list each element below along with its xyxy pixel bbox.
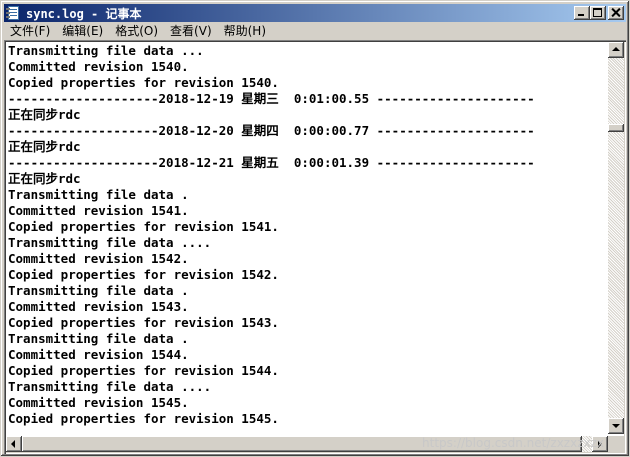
menu-view[interactable]: 查看(V)	[164, 23, 218, 39]
text-line: Committed revision 1540.	[8, 59, 189, 74]
minimize-icon	[578, 14, 584, 16]
notepad-window: sync.log - 记事本 文件(F) 编辑(E) 格式(O) 查看(V) 帮…	[0, 0, 630, 457]
close-button[interactable]	[608, 6, 624, 20]
editor: Transmitting file data ... Committed revi…	[4, 40, 626, 454]
scroll-down-button[interactable]	[608, 418, 624, 434]
menu-help[interactable]: 帮助(H)	[218, 23, 272, 39]
text-line: Copied properties for revision 1542.	[8, 267, 279, 282]
close-icon	[611, 8, 621, 18]
maximize-button[interactable]	[590, 6, 606, 20]
text-line: Transmitting file data ...	[8, 43, 204, 58]
menu-format[interactable]: 格式(O)	[109, 23, 164, 39]
text-line: Transmitting file data ....	[8, 235, 212, 250]
scroll-left-button[interactable]	[6, 436, 22, 452]
text-line: --------------------2018-12-19 星期三 0:01:…	[8, 91, 535, 106]
text-line: Transmitting file data .	[8, 283, 189, 298]
text-line: Copied properties for revision 1544.	[8, 363, 279, 378]
vertical-scroll-thumb[interactable]	[608, 124, 624, 132]
arrow-up-icon	[612, 47, 620, 51]
title-bar[interactable]: sync.log - 记事本	[4, 4, 626, 22]
maximize-icon	[593, 8, 602, 17]
arrow-left-icon	[11, 440, 15, 448]
menu-bar: 文件(F) 编辑(E) 格式(O) 查看(V) 帮助(H)	[4, 22, 626, 40]
text-line: Copied properties for revision 1541.	[8, 219, 279, 234]
scrollbar-corner	[608, 436, 624, 452]
text-line: 正在同步rdc	[8, 139, 81, 154]
watermark: https://blog.csdn.net/zxzxzxzx	[422, 436, 604, 450]
window-title: sync.log - 记事本	[26, 6, 142, 21]
text-line: Transmitting file data .	[8, 187, 189, 202]
text-area[interactable]: Transmitting file data ... Committed revi…	[6, 42, 608, 434]
text-line: Copied properties for revision 1543.	[8, 315, 279, 330]
text-line: Committed revision 1545.	[8, 395, 189, 410]
minimize-button[interactable]	[574, 6, 590, 20]
notepad-icon[interactable]	[6, 5, 22, 21]
text-line: Committed revision 1542.	[8, 251, 189, 266]
menu-edit[interactable]: 编辑(E)	[56, 23, 109, 39]
menu-file[interactable]: 文件(F)	[4, 23, 56, 39]
text-line: 正在同步rdc	[8, 171, 81, 186]
scroll-up-button[interactable]	[608, 42, 624, 58]
text-line: --------------------2018-12-21 星期五 0:00:…	[8, 155, 535, 170]
arrow-down-icon	[612, 424, 620, 428]
text-line: Copied properties for revision 1540.	[8, 75, 279, 90]
text-line: 正在同步rdc	[8, 107, 81, 122]
window-controls	[574, 6, 624, 20]
text-line: Committed revision 1544.	[8, 347, 189, 362]
text-line: Transmitting file data ....	[8, 379, 212, 394]
text-line: Committed revision 1543.	[8, 299, 189, 314]
text-line: --------------------2018-12-20 星期四 0:00:…	[8, 123, 535, 138]
text-line: Copied properties for revision 1545.	[8, 411, 279, 426]
text-line: Committed revision 1541.	[8, 203, 189, 218]
text-line: Transmitting file data .	[8, 331, 189, 346]
vertical-scrollbar[interactable]	[608, 42, 624, 434]
